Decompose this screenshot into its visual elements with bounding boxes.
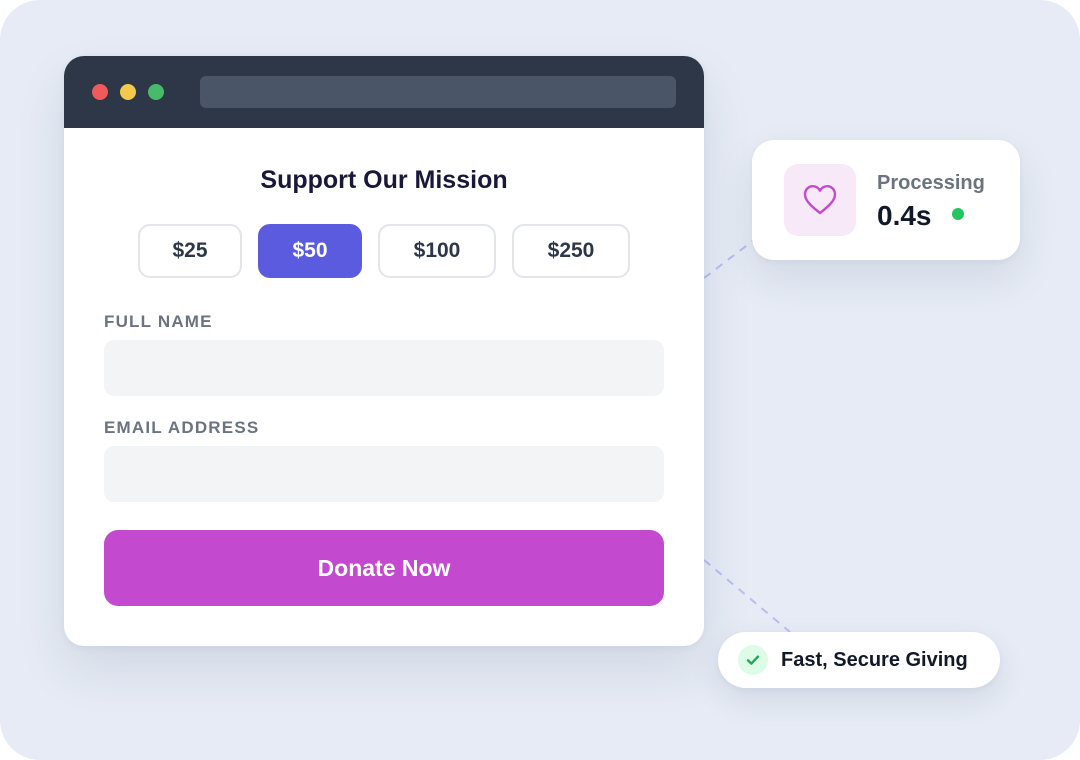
check-icon-circle <box>738 645 768 675</box>
amount-button-50[interactable]: $50 <box>258 224 362 278</box>
check-icon <box>746 655 760 665</box>
amount-options: $25 $50 $100 $250 <box>64 224 704 278</box>
status-online-dot <box>952 208 964 220</box>
donate-now-button[interactable]: Donate Now <box>104 530 664 606</box>
amount-button-25[interactable]: $25 <box>138 224 242 278</box>
browser-titlebar <box>64 56 704 128</box>
secure-giving-badge: Fast, Secure Giving <box>718 632 1000 688</box>
processing-time-value: 0.4s <box>877 200 932 231</box>
close-window-dot[interactable] <box>92 84 108 100</box>
amount-button-100[interactable]: $100 <box>378 224 496 278</box>
browser-window: Support Our Mission $25 $50 $100 $250 FU… <box>64 56 704 646</box>
processing-card: Processing 0.4s <box>752 140 1020 260</box>
email-label: EMAIL ADDRESS <box>104 418 260 437</box>
full-name-input[interactable] <box>104 340 664 396</box>
email-input[interactable] <box>104 446 664 502</box>
address-bar[interactable] <box>200 76 676 108</box>
form-title: Support Our Mission <box>260 166 508 194</box>
minimize-window-dot[interactable] <box>120 84 136 100</box>
heart-icon-tile <box>784 164 856 236</box>
processing-label: Processing <box>877 172 985 194</box>
donation-form: Support Our Mission $25 $50 $100 $250 FU… <box>64 128 704 646</box>
background-canvas: Support Our Mission $25 $50 $100 $250 FU… <box>0 0 1080 760</box>
secure-giving-label: Fast, Secure Giving <box>781 649 968 671</box>
maximize-window-dot[interactable] <box>148 84 164 100</box>
full-name-label: FULL NAME <box>104 312 213 331</box>
amount-button-250[interactable]: $250 <box>512 224 630 278</box>
heart-icon <box>803 185 837 215</box>
